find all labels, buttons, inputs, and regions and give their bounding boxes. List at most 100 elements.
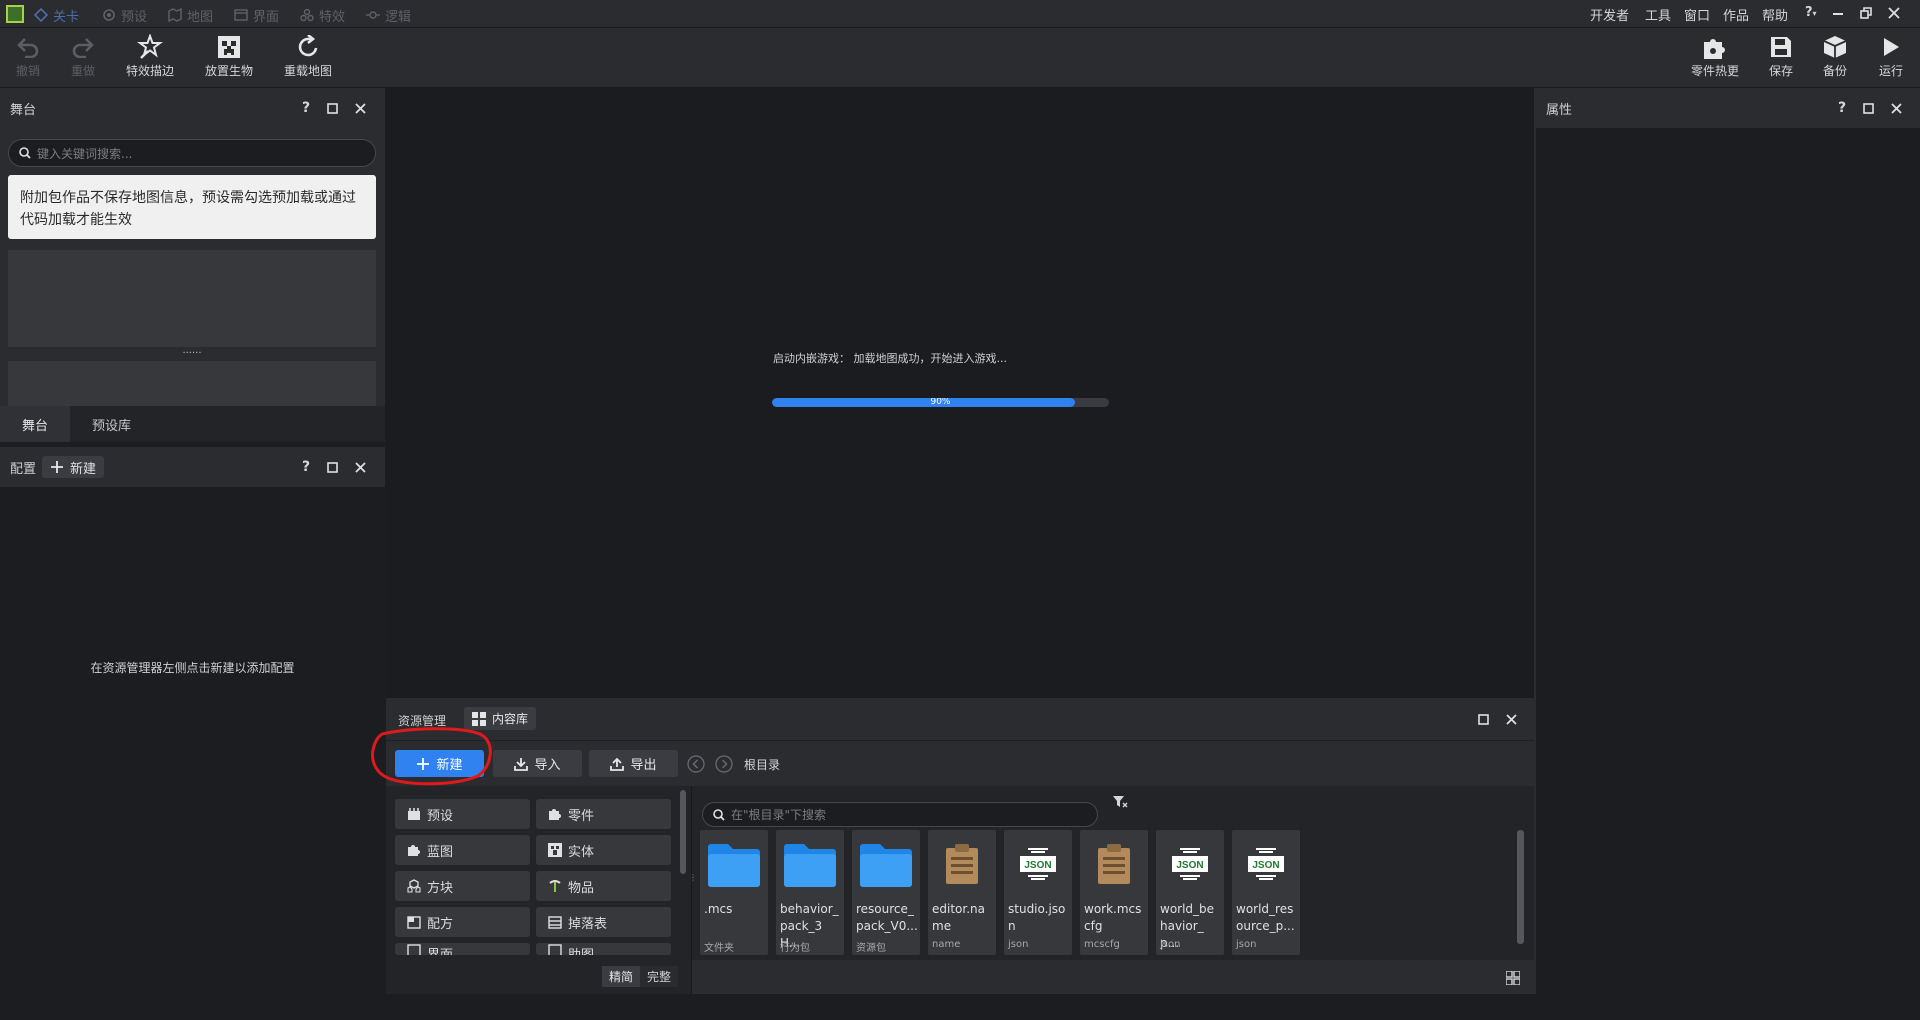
run-button[interactable]: 运行 <box>1856 32 1920 86</box>
reload-icon <box>296 32 320 62</box>
plus-icon <box>416 757 430 771</box>
restore-icon[interactable] <box>1860 7 1872 19</box>
svg-text:JSON: JSON <box>1252 860 1279 871</box>
import-button[interactable]: 导入 <box>493 750 582 777</box>
tab-ui[interactable]: 界面 <box>234 4 279 26</box>
sticker-icon <box>548 944 562 955</box>
svg-text:JSON: JSON <box>1024 860 1051 871</box>
view-mode-toggle: 精简 完整 <box>602 966 679 987</box>
clipboard-icon <box>1080 830 1148 898</box>
tab-logic[interactable]: 逻辑 <box>366 4 411 26</box>
asset-manager-panel: 资源管理 内容库 新建 导入 导出 根目录 预设 零件 蓝图 实体 方块 物品 … <box>386 698 1534 994</box>
close-icon[interactable] <box>1891 102 1902 114</box>
filter-icon[interactable] <box>1112 794 1128 810</box>
properties-panel-header: 属性 ? <box>1536 88 1920 128</box>
menu-developer[interactable]: 开发者 <box>1590 5 1629 24</box>
minimize-icon[interactable] <box>1833 13 1843 15</box>
json-file-icon: JSON <box>1004 830 1072 898</box>
redo-button[interactable]: 重做 <box>48 32 118 86</box>
breadcrumb[interactable]: 根目录 <box>744 756 780 773</box>
file-search-input[interactable]: 在"根目录"下搜索 <box>702 802 1098 827</box>
creeper-icon <box>217 32 241 62</box>
maximize-icon[interactable] <box>327 461 338 473</box>
maximize-icon[interactable] <box>1863 102 1874 114</box>
reload-map-button[interactable]: 重载地图 <box>273 32 343 86</box>
folder-icon <box>700 830 768 898</box>
menu-window[interactable]: 窗口 <box>1684 5 1710 24</box>
interface-icon <box>407 944 421 955</box>
new-asset-button[interactable]: 新建 <box>395 750 484 777</box>
grid-view-icon[interactable] <box>1506 971 1520 985</box>
menu-tools[interactable]: 工具 <box>1645 5 1671 24</box>
view-mode-compact[interactable]: 精简 <box>602 966 641 987</box>
category-loot-table[interactable]: 掉落表 <box>536 907 671 937</box>
tab-preset-library[interactable]: 预设库 <box>70 406 153 442</box>
category-item[interactable]: 物品 <box>536 871 671 901</box>
category-part[interactable]: 零件 <box>536 799 671 829</box>
notice-box: 附加包作品不保存地图信息，预设需勾选预加载或通过代码加载才能生效 <box>8 175 376 239</box>
file-item[interactable]: work.mcs cfg mcscfg <box>1080 830 1148 955</box>
save-icon <box>1770 32 1792 62</box>
tab-content-library[interactable]: 内容库 <box>464 707 537 730</box>
close-icon[interactable] <box>1506 714 1517 725</box>
stage-tree-area[interactable] <box>8 250 376 347</box>
category-entity[interactable]: 实体 <box>536 835 671 865</box>
close-icon[interactable] <box>355 102 366 114</box>
help-icon[interactable]: ? <box>302 100 310 116</box>
tab-stage[interactable]: 舞台 <box>0 406 71 442</box>
tab-level[interactable]: 关卡 <box>34 4 79 26</box>
tab-map[interactable]: 地图 <box>168 4 213 26</box>
tab-asset-manager[interactable]: 资源管理 <box>398 712 446 729</box>
category-scrollbar[interactable] <box>680 790 686 874</box>
file-item[interactable]: resource_ pack_V0... 资源包 <box>852 830 920 955</box>
file-item[interactable]: .mcs 文件夹 <box>700 830 768 955</box>
category-interface[interactable]: 界面 <box>395 943 530 955</box>
close-window-icon[interactable] <box>1887 6 1901 20</box>
config-new-button[interactable]: 新建 <box>42 456 105 478</box>
help-icon[interactable]: ? <box>1838 100 1846 116</box>
undo-icon <box>16 32 40 62</box>
file-item[interactable]: JSON world_be havior_p... json <box>1156 830 1224 955</box>
file-item[interactable]: JSON world_res ource_p... json <box>1232 830 1300 955</box>
diamond-icon <box>34 8 48 22</box>
menu-works[interactable]: 作品 <box>1723 5 1749 24</box>
category-blueprint[interactable]: 蓝图 <box>395 835 530 865</box>
maximize-icon[interactable] <box>327 102 338 114</box>
file-item[interactable]: behavior_ pack_3H... 行为包 <box>776 830 844 955</box>
config-panel-body: 在资源管理器左侧点击新建以添加配置 <box>0 487 385 994</box>
category-preset[interactable]: 预设 <box>395 799 530 829</box>
category-sticker[interactable]: 助图 <box>536 943 671 955</box>
effect-outline-button[interactable]: 特效描边 <box>115 32 185 86</box>
file-item[interactable]: editor.na me name <box>928 830 996 955</box>
file-item[interactable]: JSON studio.jso n json <box>1004 830 1072 955</box>
splitter-handle[interactable]: ...... <box>8 346 376 361</box>
splitter-handle[interactable]: ⋮ <box>689 874 697 896</box>
export-button[interactable]: 导出 <box>589 750 678 777</box>
menu-help[interactable]: 帮助 <box>1762 5 1788 24</box>
back-icon[interactable] <box>687 755 705 773</box>
magic-wand-icon <box>137 32 163 62</box>
export-icon <box>610 757 625 771</box>
stage-search-input[interactable]: 键入关键词搜索... <box>8 139 376 167</box>
json-file-icon: JSON <box>1156 830 1224 898</box>
editor-window: 关卡 预设 地图 界面 特效 逻辑 开发者 工具 窗口 作品 帮助 ?▾ 撤销 … <box>0 0 1920 1020</box>
maximize-icon[interactable] <box>1478 714 1489 725</box>
game-viewport[interactable]: 启动内嵌游戏： 加载地图成功，开始进入游戏... 90% <box>386 88 1534 698</box>
category-recipe[interactable]: 配方 <box>395 907 530 937</box>
category-block[interactable]: 方块 <box>395 871 530 901</box>
stage-detail-area <box>8 361 376 406</box>
help-dropdown[interactable]: ?▾ <box>1805 5 1817 20</box>
svg-text:JSON: JSON <box>1176 860 1203 871</box>
help-icon[interactable]: ? <box>302 459 310 475</box>
toolbar: 撤销 重做 特效描边 放置生物 重载地图 零件热更 保存 备份 运行 <box>0 28 1920 88</box>
tab-effects[interactable]: 特效 <box>300 4 345 26</box>
view-mode-full[interactable]: 完整 <box>640 966 679 987</box>
forward-icon[interactable] <box>715 755 733 773</box>
status-bar <box>0 994 1920 1020</box>
tab-preset[interactable]: 预设 <box>102 4 147 26</box>
part-hot-update-button[interactable]: 零件热更 <box>1680 32 1750 86</box>
close-icon[interactable] <box>355 461 366 473</box>
place-creature-button[interactable]: 放置生物 <box>194 32 264 86</box>
gear-icon <box>102 8 116 22</box>
file-scrollbar[interactable] <box>1517 830 1524 944</box>
